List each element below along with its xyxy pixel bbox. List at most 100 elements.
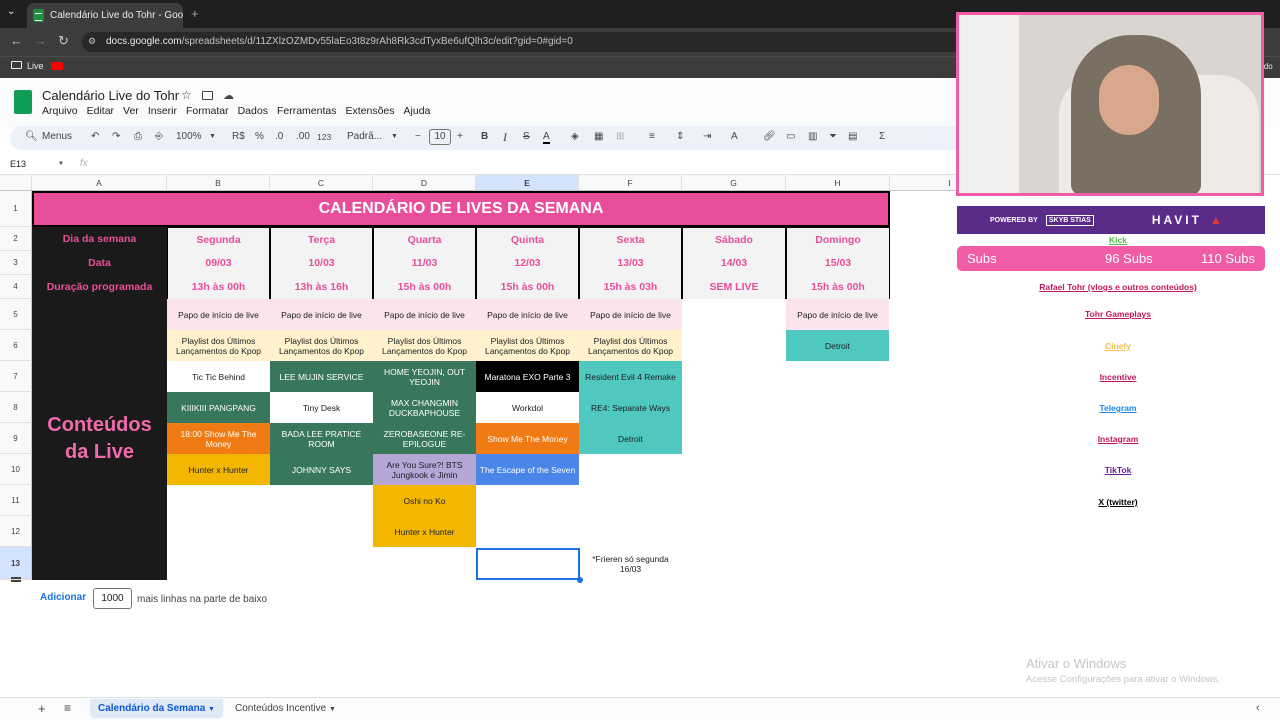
sheets-logo-icon[interactable] bbox=[14, 90, 32, 114]
redo-icon[interactable]: ↷ bbox=[112, 131, 120, 142]
duration-cell-e[interactable]: 15h às 00h bbox=[477, 275, 578, 299]
cell-e7[interactable]: Maratona EXO Parte 3 bbox=[476, 361, 579, 392]
label-day[interactable]: Dia da semana bbox=[32, 227, 167, 251]
row-header[interactable]: 13 bbox=[0, 547, 32, 580]
label-date[interactable]: Data bbox=[32, 251, 167, 275]
duration-cell-h[interactable]: 15h às 00h bbox=[787, 275, 889, 299]
print-icon[interactable]: ⎙ bbox=[134, 131, 142, 142]
link-telegram[interactable]: Telegram bbox=[983, 403, 1253, 413]
link-cinefy[interactable]: Cinefy bbox=[983, 341, 1253, 351]
menu-editar[interactable]: Editar bbox=[87, 105, 114, 117]
tab-dropdown-icon[interactable]: ▼ bbox=[208, 706, 215, 713]
italic-icon[interactable]: I bbox=[503, 130, 507, 145]
filter-views-icon[interactable]: ▤ bbox=[848, 131, 857, 142]
merge-cells-icon[interactable]: ⊞ bbox=[616, 131, 624, 142]
calendar-title[interactable]: CALENDÁRIO DE LIVES DA SEMANA bbox=[32, 191, 890, 227]
align-horizontal-icon[interactable]: ≡ bbox=[649, 131, 655, 142]
column-header-h[interactable]: H bbox=[786, 175, 890, 191]
filter-icon[interactable]: ⏷ bbox=[829, 131, 837, 142]
zoom-select[interactable]: 100% bbox=[176, 131, 202, 142]
row-header[interactable]: 8 bbox=[0, 392, 32, 423]
day-header-f[interactable]: Sexta bbox=[580, 228, 681, 252]
text-wrap-icon[interactable]: ⇥ bbox=[703, 131, 711, 142]
cell-c9[interactable]: BADA LEE PRATICE ROOM bbox=[270, 423, 373, 454]
menu-ver[interactable]: Ver bbox=[123, 105, 139, 117]
date-cell-f[interactable]: 13/03 bbox=[580, 251, 681, 275]
column-header-f[interactable]: F bbox=[579, 175, 682, 191]
cell-c5[interactable]: Papo de início de live bbox=[270, 299, 373, 330]
freeze-handle-icon[interactable] bbox=[11, 577, 21, 582]
row-header[interactable]: 1 bbox=[0, 191, 32, 227]
cell-f6[interactable]: Playlist dos Últimos Lançamentos do Kpop bbox=[579, 330, 682, 361]
search-menus[interactable]: Menus bbox=[42, 131, 72, 142]
row-header[interactable]: 2 bbox=[0, 227, 32, 251]
cell-e6[interactable]: Playlist dos Últimos Lançamentos do Kpop bbox=[476, 330, 579, 361]
cell-d6[interactable]: Playlist dos Últimos Lançamentos do Kpop bbox=[373, 330, 476, 361]
cell-d12[interactable]: Hunter x Hunter bbox=[373, 516, 476, 547]
cell-b6[interactable]: Playlist dos Últimos Lançamentos do Kpop bbox=[167, 330, 270, 361]
date-cell-e[interactable]: 12/03 bbox=[477, 251, 578, 275]
row-header[interactable]: 10 bbox=[0, 454, 32, 485]
rows-count-input[interactable]: 1000 bbox=[93, 588, 132, 609]
link-tiktok[interactable]: TikTok bbox=[983, 465, 1253, 475]
cell-e10[interactable]: The Escape of the Seven bbox=[476, 454, 579, 485]
duration-cell-g[interactable]: SEM LIVE bbox=[683, 275, 785, 299]
cell-h6[interactable]: Detroit bbox=[786, 330, 889, 361]
browser-tab[interactable]: Calendário Live do Tohr - Goog✕ bbox=[27, 3, 183, 28]
cell-h5[interactable]: Papo de início de live bbox=[786, 299, 889, 330]
select-all-corner[interactable] bbox=[0, 175, 32, 191]
link-instagram[interactable]: Instagram bbox=[983, 434, 1253, 444]
column-header-d[interactable]: D bbox=[373, 175, 476, 191]
cell-b8[interactable]: KIIIKIII PANGPANG bbox=[167, 392, 270, 423]
day-header-b[interactable]: Segunda bbox=[168, 228, 269, 252]
font-size-input[interactable]: 10 bbox=[429, 129, 451, 145]
cell-d9[interactable]: ZEROBASEONE RE-EPILOGUE bbox=[373, 423, 476, 454]
link-tohr-gameplays[interactable]: Tohr Gameplays bbox=[983, 309, 1253, 319]
date-cell-g[interactable]: 14/03 bbox=[683, 251, 785, 275]
font-select[interactable]: Padrã... bbox=[347, 131, 382, 142]
text-color-icon[interactable]: A bbox=[543, 131, 550, 144]
zoom-dropdown-icon[interactable]: ▼ bbox=[209, 133, 216, 140]
decrease-decimal[interactable]: .0 bbox=[275, 131, 283, 142]
menu-arquivo[interactable]: Arquivo bbox=[42, 105, 78, 117]
selected-cell-e13[interactable] bbox=[476, 548, 580, 580]
cloud-status-icon[interactable]: ☁ bbox=[223, 89, 234, 102]
fill-color-icon[interactable]: ◈ bbox=[571, 131, 579, 142]
cell-f13-note[interactable]: *Frieren só segunda 16/03 bbox=[579, 548, 682, 580]
cell-d10[interactable]: Are You Sure?! BTS Jungkook e Jimin bbox=[373, 454, 476, 485]
link-incentive[interactable]: Incentive bbox=[983, 372, 1253, 382]
cell-f9[interactable]: Detroit bbox=[579, 423, 682, 454]
column-header-c[interactable]: C bbox=[270, 175, 373, 191]
duration-cell-d[interactable]: 15h às 00h bbox=[374, 275, 475, 299]
more-formats[interactable]: 123 bbox=[317, 132, 331, 142]
cell-e8[interactable]: Workdol bbox=[476, 392, 579, 423]
cell-c7[interactable]: LEE MUJIN SERVICE bbox=[270, 361, 373, 392]
menu-ajuda[interactable]: Ajuda bbox=[404, 105, 431, 117]
date-cell-d[interactable]: 11/03 bbox=[374, 251, 475, 275]
cell-c10[interactable]: JOHNNY SAYS bbox=[270, 454, 373, 485]
tab-dropdown-icon[interactable]: ▼ bbox=[329, 706, 336, 713]
font-dropdown-icon[interactable]: ▼ bbox=[391, 133, 398, 140]
add-sheet-icon[interactable]: + bbox=[38, 701, 46, 716]
document-title[interactable]: Calendário Live do Tohr bbox=[42, 88, 179, 103]
all-sheets-icon[interactable]: ≡ bbox=[64, 701, 71, 715]
font-size-increase-icon[interactable]: + bbox=[457, 131, 463, 142]
cell-d5[interactable]: Papo de início de live bbox=[373, 299, 476, 330]
currency-format[interactable]: R$ bbox=[232, 131, 245, 142]
new-tab-icon[interactable]: + bbox=[191, 6, 199, 21]
column-header-g[interactable]: G bbox=[682, 175, 786, 191]
date-cell-h[interactable]: 15/03 bbox=[787, 251, 889, 275]
add-rows-button[interactable]: Adicionar bbox=[40, 592, 86, 603]
bold-icon[interactable]: B bbox=[481, 131, 488, 142]
reload-icon[interactable]: ↻ bbox=[58, 33, 69, 49]
row-header[interactable]: 6 bbox=[0, 330, 32, 361]
day-header-h[interactable]: Domingo bbox=[787, 228, 889, 252]
borders-icon[interactable]: ▦ bbox=[594, 131, 603, 142]
cell-e9[interactable]: Show Me The Money bbox=[476, 423, 579, 454]
site-info-icon[interactable]: ⚙ bbox=[88, 36, 96, 47]
column-header-b[interactable]: B bbox=[167, 175, 270, 191]
row-header[interactable]: 9 bbox=[0, 423, 32, 454]
undo-icon[interactable]: ↶ bbox=[91, 131, 99, 142]
bookmark-live[interactable]: Live bbox=[27, 61, 44, 71]
name-box-dropdown-icon[interactable]: ▼ bbox=[58, 161, 64, 167]
